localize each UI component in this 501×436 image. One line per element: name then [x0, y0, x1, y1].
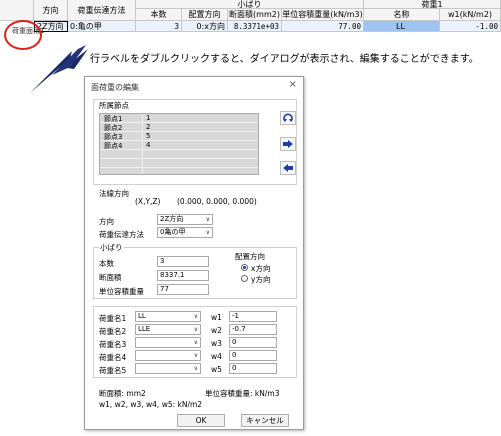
- load-name-select[interactable]: ∨: [135, 363, 201, 374]
- node-row[interactable]: 節点2 2: [100, 123, 258, 132]
- header-load1: 荷重1: [364, 0, 501, 9]
- cell-area[interactable]: 8.3371e+03: [228, 21, 282, 32]
- w-label: w3: [211, 339, 222, 348]
- kobari-group-label: 小ばり: [99, 242, 124, 253]
- cell-placement[interactable]: 0:x方向: [182, 21, 228, 32]
- load-name-label: 荷重名3: [99, 340, 127, 349]
- w-label: w5: [211, 365, 222, 374]
- node-id: 2: [146, 123, 151, 131]
- w-input[interactable]: 0: [229, 363, 277, 374]
- transfer-method-label: 荷重伝達方法: [99, 230, 144, 239]
- arrow-left-icon: [283, 164, 293, 172]
- pointer-arrow-icon: [30, 45, 88, 93]
- node-id: 5: [146, 132, 151, 140]
- load-name-select[interactable]: LLE ∨: [135, 324, 201, 335]
- header-direction: 方向: [34, 0, 68, 21]
- chevron-down-icon: ∨: [193, 365, 198, 372]
- load-name-value: LL: [138, 312, 146, 320]
- area-label: 断面積: [99, 273, 122, 282]
- normal-direction-label: 法線方向: [99, 189, 129, 198]
- header-unit-weight: 単位容積重量(kN/m3): [282, 9, 364, 21]
- placement-label: 配置方向: [235, 252, 265, 261]
- arrow-right-icon: [283, 140, 293, 148]
- close-button[interactable]: ×: [289, 79, 297, 90]
- w-input[interactable]: -1: [229, 311, 277, 322]
- w-label: w4: [211, 352, 222, 361]
- header-area: 断面積(mm2): [228, 9, 282, 21]
- w-unit-note: w1, w2, w3, w4, w5: kN/m2: [99, 400, 203, 409]
- normal-value: (0.000, 0.000, 0.000): [177, 197, 257, 206]
- load-name-value: LLE: [138, 325, 151, 333]
- unit-weight-label: 単位容積重量: [99, 287, 144, 296]
- header-count: 本数: [136, 9, 182, 21]
- y-direction-label: y方向: [251, 275, 271, 284]
- load-name-label: 荷重名5: [99, 366, 127, 375]
- load-name-label: 荷重名4: [99, 353, 127, 362]
- header-w1: w1(kN/m2): [440, 9, 501, 21]
- load-area-grid: 方向 荷重伝達方法 小ばり 荷重1 本数 配置方向 断面積(mm2) 単位容積重…: [0, 0, 501, 40]
- cell-w1[interactable]: -1.00: [440, 21, 501, 32]
- w-input[interactable]: -0.7: [229, 324, 277, 335]
- chevron-down-icon: ∨: [205, 216, 210, 223]
- w-input[interactable]: 0: [229, 337, 277, 348]
- instruction-note: 行ラベルをダブルクリックすると、ダイアログが表示され、編集することができます。: [90, 54, 479, 65]
- load-name-label: 荷重名1: [99, 314, 127, 323]
- cell-count[interactable]: 3: [136, 21, 182, 32]
- cell-load-name[interactable]: LL: [364, 21, 440, 32]
- chevron-down-icon: ∨: [193, 326, 198, 333]
- transfer-method-select[interactable]: 0亀の甲 ∨: [157, 227, 213, 238]
- node-id: 1: [146, 114, 151, 122]
- load-name-select[interactable]: LL ∨: [135, 311, 201, 322]
- unit-weight-input[interactable]: 77: [157, 284, 209, 295]
- header-load-name: 名称: [364, 9, 440, 21]
- grid-corner: [0, 0, 34, 21]
- area-input[interactable]: 8337.1: [157, 270, 209, 281]
- w-input[interactable]: 0: [229, 350, 277, 361]
- area-unit-note: 断面積: mm2: [99, 389, 146, 398]
- chevron-down-icon: ∨: [193, 352, 198, 359]
- nodes-group-label: 所属節点: [99, 101, 129, 110]
- direction-select[interactable]: 2Z方向 ∨: [157, 214, 213, 225]
- header-kobari: 小ばり: [136, 0, 364, 9]
- y-direction-radio[interactable]: [241, 275, 248, 282]
- direction-selected-value: 2Z方向: [160, 215, 184, 223]
- load-name-label: 荷重名2: [99, 327, 127, 336]
- add-node-button[interactable]: [280, 137, 296, 151]
- header-transfer-method: 荷重伝達方法: [68, 0, 136, 21]
- chevron-down-icon: ∨: [193, 313, 198, 320]
- chevron-down-icon: ∨: [193, 339, 198, 346]
- x-direction-radio[interactable]: [241, 264, 248, 271]
- normal-axes: (X,Y,Z): [135, 197, 161, 206]
- rotate-order-button[interactable]: [280, 111, 296, 125]
- cell-unit-weight[interactable]: 77.00: [282, 21, 364, 32]
- x-direction-label: x方向: [251, 264, 271, 273]
- direction-label: 方向: [99, 217, 114, 226]
- w-label: w1: [211, 313, 222, 322]
- dialog-title: 面荷重の編集: [91, 83, 139, 92]
- node-row[interactable]: 節点1 1: [100, 114, 258, 123]
- load-name-select[interactable]: ∨: [135, 350, 201, 361]
- edit-load-area-dialog: 面荷重の編集 × 所属節点 節点1 1 節点2 2 節点3 5 節点4 4 法線: [84, 76, 304, 430]
- transfer-selected-value: 0亀の甲: [160, 228, 186, 236]
- node-row: [100, 150, 258, 159]
- count-input[interactable]: 3: [157, 256, 209, 267]
- rotate-icon: [283, 113, 293, 122]
- count-label: 本数: [99, 259, 114, 268]
- node-row[interactable]: 節点4 4: [100, 141, 258, 150]
- header-placement: 配置方向: [182, 9, 228, 21]
- weight-unit-note: 単位容積重量: kN/m3: [205, 389, 280, 398]
- nodes-list[interactable]: 節点1 1 節点2 2 節点3 5 節点4 4: [99, 113, 259, 175]
- node-row: [100, 159, 258, 168]
- node-row[interactable]: 節点3 5: [100, 132, 258, 141]
- chevron-down-icon: ∨: [205, 229, 210, 236]
- ok-button[interactable]: OK: [177, 414, 225, 427]
- node-id: 4: [146, 141, 151, 149]
- cell-transfer-method[interactable]: 0:亀の甲: [68, 21, 136, 32]
- cancel-button[interactable]: キャンセル: [241, 414, 289, 427]
- load-name-select[interactable]: ∨: [135, 337, 201, 348]
- w-label: w2: [211, 326, 222, 335]
- remove-node-button[interactable]: [280, 161, 296, 175]
